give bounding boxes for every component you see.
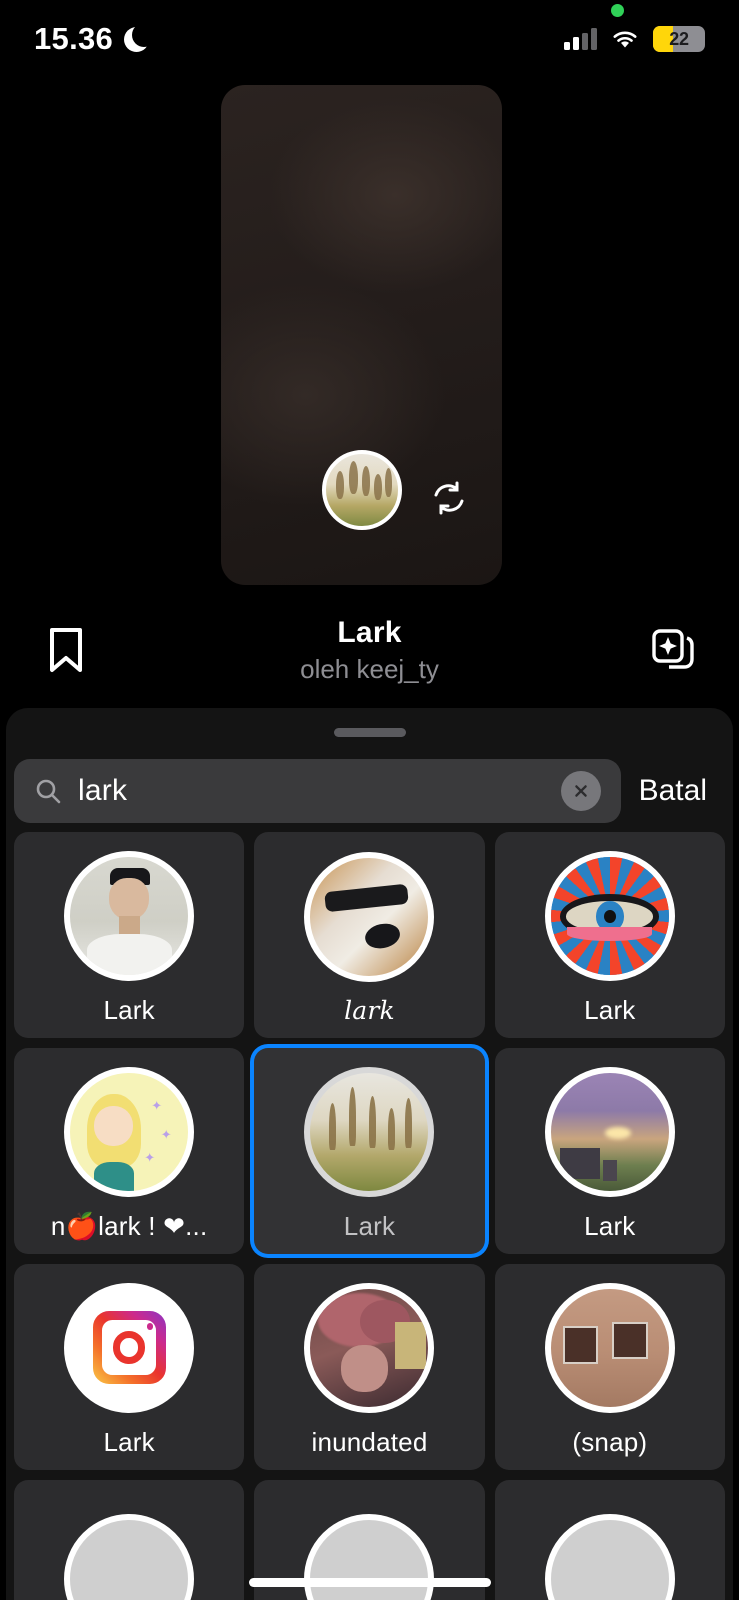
effect-result-cell[interactable]: Lark xyxy=(14,1264,245,1470)
effect-result-cell[interactable] xyxy=(14,1480,245,1600)
effect-result-cell[interactable]: Lark xyxy=(494,832,725,1038)
effect-thumbnail xyxy=(304,1514,435,1600)
drag-handle[interactable] xyxy=(333,728,406,737)
search-icon xyxy=(34,777,62,805)
effect-thumbnail xyxy=(304,1282,435,1413)
effect-author[interactable]: oleh keej_ty xyxy=(92,654,647,685)
effects-gallery-sparkle-icon[interactable] xyxy=(647,624,699,676)
effect-info-bar: Lark oleh keej_ty xyxy=(0,595,739,705)
camera-preview[interactable] xyxy=(221,85,502,585)
effect-result-cell[interactable]: Lark xyxy=(494,1048,725,1254)
flip-camera-icon[interactable] xyxy=(430,479,468,517)
effect-meta: Lark oleh keej_ty xyxy=(92,616,647,685)
effect-thumbnail xyxy=(304,851,435,982)
effect-search-sheet: lark Batal Lark lark Lark ✦ ✦ ✦ n🍎lark ! ❤︎...… xyxy=(6,708,733,1600)
green-recording-dot xyxy=(610,4,624,17)
effect-result-label: Lark xyxy=(103,1426,155,1457)
effect-thumbnail xyxy=(544,1282,675,1413)
clear-x-icon[interactable] xyxy=(560,771,601,811)
cellular-signal-icon xyxy=(564,28,597,50)
effect-result-cell[interactable]: Lark xyxy=(254,1048,485,1254)
effect-result-label: Lark xyxy=(584,994,636,1025)
search-input[interactable]: lark xyxy=(14,759,621,823)
effect-title: Lark xyxy=(337,615,402,649)
effect-result-label: n🍎lark ! ❤︎... xyxy=(50,1210,208,1241)
effect-result-cell[interactable]: inundated xyxy=(254,1264,485,1470)
effect-result-label: Lark xyxy=(103,994,155,1025)
effect-thumbnail xyxy=(304,1066,435,1197)
bookmark-icon[interactable] xyxy=(40,624,92,676)
effect-result-cell[interactable] xyxy=(494,1480,725,1600)
effect-result-label: Lark xyxy=(584,1210,636,1241)
status-bar-left: 15.36 xyxy=(34,21,157,57)
effect-thumbnail: ✦ ✦ ✦ xyxy=(64,1066,195,1197)
home-indicator xyxy=(248,1578,491,1587)
crescent-moon-icon xyxy=(124,22,157,52)
filter-thumbnail[interactable] xyxy=(321,450,402,530)
effect-result-label: lark xyxy=(344,995,395,1025)
effect-thumbnail xyxy=(64,1514,195,1600)
search-value: lark xyxy=(78,774,128,807)
effect-result-label: Lark xyxy=(343,1210,396,1241)
effect-result-label: inundated xyxy=(311,1426,428,1457)
wifi-icon xyxy=(610,28,640,50)
effect-result-label: (snap) xyxy=(572,1426,648,1457)
battery-indicator: 22 xyxy=(653,26,705,52)
phone-screen: 15.36 22 Lark oleh keej_ty lark Batal La… xyxy=(0,0,739,1600)
search-row: lark Batal xyxy=(6,752,733,830)
status-bar: 15.36 22 xyxy=(0,0,739,78)
effect-result-cell[interactable]: (snap) xyxy=(494,1264,725,1470)
effect-thumbnail xyxy=(64,1282,195,1413)
effect-thumbnail xyxy=(544,1514,675,1600)
status-bar-right: 22 xyxy=(564,4,705,52)
effect-thumbnail xyxy=(544,850,675,981)
effect-thumbnail xyxy=(64,850,195,981)
effect-result-cell[interactable]: Lark xyxy=(14,832,245,1038)
effect-thumbnail xyxy=(544,1066,675,1197)
effect-result-cell[interactable]: ✦ ✦ ✦ n🍎lark ! ❤︎... xyxy=(14,1048,245,1254)
cancel-button[interactable]: Batal xyxy=(639,774,725,808)
clock: 15.36 xyxy=(34,21,114,56)
battery-percent: 22 xyxy=(669,28,689,49)
effect-result-cell[interactable]: lark xyxy=(254,832,485,1038)
effect-results-grid: Lark lark Lark ✦ ✦ ✦ n🍎lark ! ❤︎... Lark Lark Lar… xyxy=(6,832,733,1600)
